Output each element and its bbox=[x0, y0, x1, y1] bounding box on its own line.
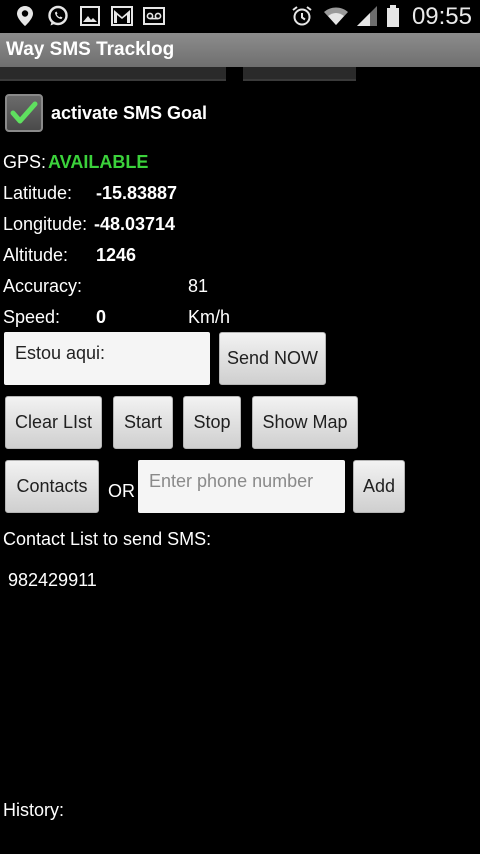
battery-icon bbox=[385, 5, 401, 27]
accuracy-value: 81 bbox=[188, 276, 209, 296]
phone-number-placeholder: Enter phone number bbox=[149, 471, 314, 491]
or-label: OR bbox=[108, 481, 135, 501]
message-input[interactable]: Estou aqui: bbox=[4, 332, 210, 385]
signal-icon bbox=[355, 5, 379, 27]
phone-number-input[interactable]: Enter phone number bbox=[138, 460, 345, 513]
speed-value: 0 bbox=[96, 307, 107, 327]
history-label: History: bbox=[3, 800, 65, 820]
image-icon bbox=[79, 5, 101, 27]
gmail-icon bbox=[110, 5, 134, 27]
alarm-icon bbox=[290, 5, 314, 27]
accuracy-label: Accuracy: bbox=[3, 276, 83, 296]
contact-list-title: Contact List to send SMS: bbox=[3, 529, 212, 549]
speed-label: Speed: bbox=[3, 307, 61, 327]
contacts-button[interactable]: Contacts bbox=[5, 460, 99, 513]
show-map-button[interactable]: Show Map bbox=[252, 396, 358, 449]
send-now-button[interactable]: Send NOW bbox=[219, 332, 326, 385]
latitude-label: Latitude: bbox=[3, 183, 73, 203]
gps-status: AVAILABLE bbox=[48, 152, 149, 172]
status-bar: 09:55 bbox=[0, 0, 480, 33]
gps-label: GPS: bbox=[3, 152, 47, 172]
voicemail-icon bbox=[142, 5, 166, 27]
start-button[interactable]: Start bbox=[113, 396, 173, 449]
speed-unit: Km/h bbox=[188, 307, 231, 327]
wifi-icon bbox=[322, 5, 350, 27]
scrolled-off-widget[interactable] bbox=[243, 67, 356, 81]
latitude-value: -15.83887 bbox=[96, 183, 178, 203]
whatsapp-icon bbox=[46, 5, 70, 27]
location-icon bbox=[14, 5, 36, 27]
checkmark-icon bbox=[10, 101, 38, 124]
longitude-value: -48.03714 bbox=[94, 214, 176, 234]
clear-list-button[interactable]: Clear LIst bbox=[5, 396, 102, 449]
altitude-value: 1246 bbox=[96, 245, 137, 265]
clock: 09:55 bbox=[411, 3, 472, 30]
app-title: Way SMS Tracklog bbox=[6, 39, 175, 60]
sms-goal-checkbox[interactable] bbox=[5, 94, 43, 132]
sms-goal-label: activate SMS Goal bbox=[51, 103, 208, 123]
add-button[interactable]: Add bbox=[353, 460, 405, 513]
scrolled-off-widget[interactable] bbox=[0, 67, 226, 81]
altitude-label: Altitude: bbox=[3, 245, 69, 265]
message-text: Estou aqui: bbox=[15, 343, 106, 363]
list-item[interactable]: 982429911 bbox=[8, 570, 97, 591]
longitude-label: Longitude: bbox=[3, 214, 88, 234]
title-bar: Way SMS Tracklog bbox=[0, 33, 480, 67]
stop-button[interactable]: Stop bbox=[183, 396, 241, 449]
